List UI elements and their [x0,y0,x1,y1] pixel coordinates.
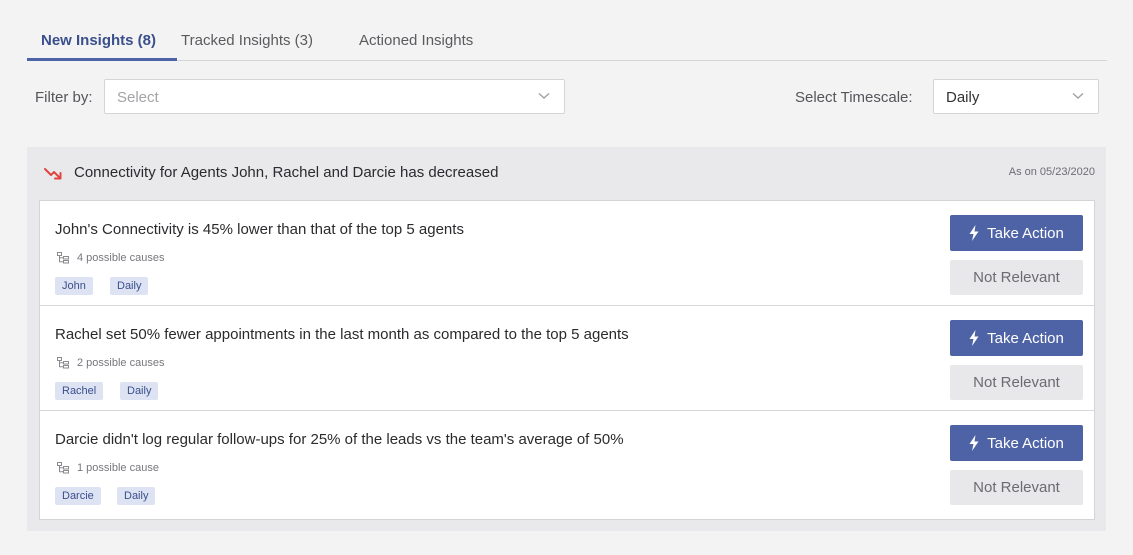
insight-row: Darcie didn't log regular follow-ups for… [40,411,1094,516]
insight-text: Rachel set 50% fewer appointments in the… [55,326,629,343]
filter-label: Filter by: [35,89,93,106]
tag-timescale: Daily [120,382,159,400]
hierarchy-icon [57,462,69,474]
possible-causes[interactable]: 1 possible cause [57,461,159,475]
not-relevant-label: Not Relevant [973,479,1060,496]
possible-causes-label: 4 possible causes [77,252,165,264]
hierarchy-icon [57,357,69,369]
insight-row: Rachel set 50% fewer appointments in the… [40,306,1094,411]
filter-select[interactable]: Select [104,79,565,114]
filter-select-placeholder: Select [117,89,159,106]
lightning-icon [969,435,979,451]
tag-timescale: Daily [110,277,149,295]
tag-agent: Darcie [55,487,101,505]
chevron-down-icon [538,92,550,100]
trend-down-icon [44,168,62,180]
hierarchy-icon [57,252,69,264]
timescale-select[interactable]: Daily [933,79,1099,114]
possible-causes-label: 1 possible cause [77,462,159,474]
insight-group-title: Connectivity for Agents John, Rachel and… [74,164,499,181]
lightning-icon [969,225,979,241]
take-action-button[interactable]: Take Action [950,215,1083,251]
tab-new-insights[interactable]: New Insights (8) [41,32,156,49]
possible-causes-label: 2 possible causes [77,357,165,369]
take-action-button[interactable]: Take Action [950,425,1083,461]
chevron-down-icon [1072,92,1084,100]
possible-causes[interactable]: 2 possible causes [57,356,164,370]
tag-agent: John [55,277,93,295]
take-action-button[interactable]: Take Action [950,320,1083,356]
tag-agent: Rachel [55,382,104,400]
not-relevant-button[interactable]: Not Relevant [950,470,1083,505]
insight-row: John's Connectivity is 45% lower than th… [40,201,1094,306]
insight-group: Connectivity for Agents John, Rachel and… [27,147,1106,531]
take-action-label: Take Action [987,434,1064,452]
not-relevant-label: Not Relevant [973,269,1060,286]
take-action-label: Take Action [987,224,1064,242]
tab-tracked-insights[interactable]: Tracked Insights (3) [181,32,313,49]
insight-text: John's Connectivity is 45% lower than th… [55,221,464,238]
tag-timescale: Daily [117,487,156,505]
insight-list: John's Connectivity is 45% lower than th… [39,200,1095,520]
not-relevant-label: Not Relevant [973,374,1060,391]
timescale-select-value: Daily [946,89,980,106]
lightning-icon [969,330,979,346]
insights-tabs: New Insights (8) Tracked Insights (3) Ac… [27,28,1107,61]
tab-actioned-insights[interactable]: Actioned Insights [359,32,473,49]
timescale-label: Select Timescale: [795,89,913,106]
possible-causes[interactable]: 4 possible causes [57,251,164,265]
active-tab-indicator [27,58,177,61]
take-action-label: Take Action [987,329,1064,347]
not-relevant-button[interactable]: Not Relevant [950,260,1083,295]
insight-text: Darcie didn't log regular follow-ups for… [55,431,624,448]
not-relevant-button[interactable]: Not Relevant [950,365,1083,400]
insight-group-date: As on 05/23/2020 [1008,166,1095,178]
